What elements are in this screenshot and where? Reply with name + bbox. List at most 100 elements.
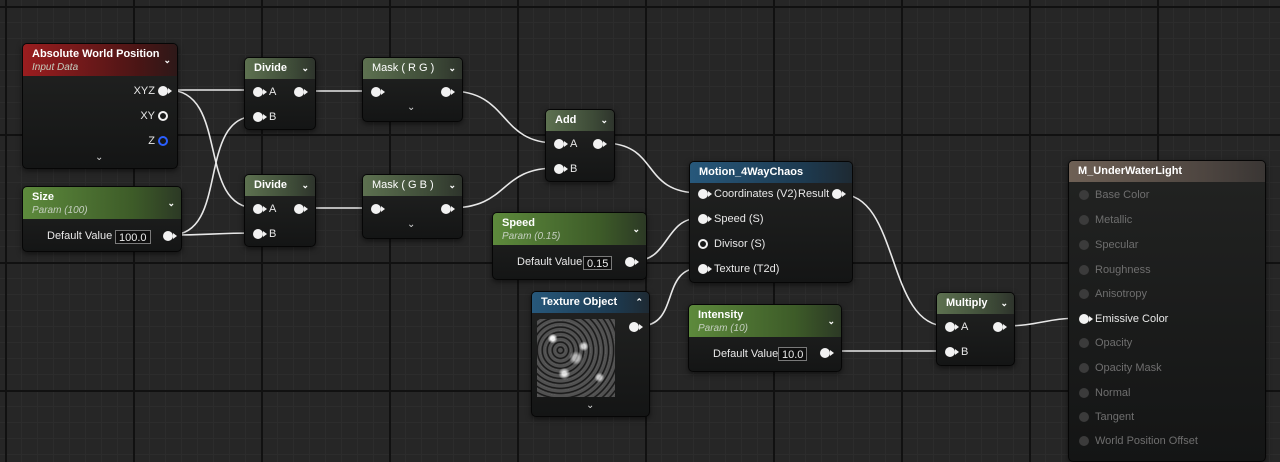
node-size-param[interactable]: Size Param (100) ⌄ Default Value 100.0 xyxy=(22,186,182,252)
default-value-field[interactable]: 100.0 xyxy=(115,230,151,244)
pin-connected-icon[interactable] xyxy=(554,139,568,149)
node-header[interactable]: M_UnderWaterLight xyxy=(1069,161,1265,182)
default-value-field[interactable]: 0.15 xyxy=(583,256,613,270)
node-subtitle: Param (100) xyxy=(32,205,88,216)
pin-connected-icon[interactable] xyxy=(993,322,1007,332)
pin-connected-icon[interactable] xyxy=(832,189,846,199)
pin-connected-icon[interactable] xyxy=(158,86,172,96)
input-tangent: Tangent xyxy=(1095,411,1135,423)
chevron-down-icon[interactable]: ⌄ xyxy=(448,58,456,79)
pin-unconnected-icon[interactable] xyxy=(1079,190,1089,200)
chevron-down-icon[interactable]: ⌄ xyxy=(167,196,175,210)
node-absolute-world-position[interactable]: Absolute World Position Input Data ⌄ XYZ… xyxy=(22,43,178,169)
pin-connected-icon[interactable] xyxy=(371,204,385,214)
pin-connected-icon[interactable] xyxy=(253,204,267,214)
node-header[interactable]: Texture Object ⌃ xyxy=(532,292,649,313)
chevron-down-icon[interactable]: ⌄ xyxy=(632,222,640,236)
pin-connected-icon[interactable] xyxy=(294,204,308,214)
pin-connected-icon[interactable] xyxy=(629,322,643,332)
pin-unconnected-icon[interactable] xyxy=(1079,265,1089,275)
node-divide[interactable]: Divide ⌄ A B xyxy=(244,57,316,130)
chevron-down-icon[interactable]: ⌄ xyxy=(827,314,835,328)
pin-unconnected-icon[interactable] xyxy=(1079,436,1089,446)
input-specular: Specular xyxy=(1095,239,1139,251)
node-header[interactable]: Add ⌄ xyxy=(546,110,614,131)
node-title: Motion_4WayChaos xyxy=(699,166,804,178)
node-mask-gb[interactable]: Mask ( G B ) ⌄ ⌄ xyxy=(362,174,463,239)
pin-label-xy: XY xyxy=(140,110,155,122)
pin-label-a: A xyxy=(961,321,969,333)
pin-connected-icon[interactable] xyxy=(441,204,455,214)
pin-label-speed: Speed (S) xyxy=(714,213,764,225)
chevron-down-icon[interactable]: ⌄ xyxy=(301,175,309,196)
node-header[interactable]: Divide ⌄ xyxy=(245,58,315,79)
node-header[interactable]: Speed Param (0.15) ⌄ xyxy=(493,213,646,245)
chevron-down-icon[interactable]: ⌄ xyxy=(163,53,171,67)
pin-unconnected-icon[interactable] xyxy=(158,111,168,121)
pin-label-xyz: XYZ xyxy=(133,85,155,97)
node-header[interactable]: Mask ( R G ) ⌄ xyxy=(363,58,462,79)
node-header[interactable]: Multiply ⌄ xyxy=(937,293,1014,314)
pin-connected-icon[interactable] xyxy=(945,347,959,357)
expand-chevron-icon[interactable]: ⌄ xyxy=(407,219,415,230)
pin-unconnected-icon[interactable] xyxy=(1079,289,1089,299)
pin-connected-icon[interactable] xyxy=(1079,314,1093,324)
pin-connected-icon[interactable] xyxy=(253,112,267,122)
input-normal: Normal xyxy=(1095,387,1131,399)
node-mask-rg[interactable]: Mask ( R G ) ⌄ ⌄ xyxy=(362,57,463,122)
pin-connected-icon[interactable] xyxy=(163,231,177,241)
node-add[interactable]: Add ⌄ A B xyxy=(545,109,615,182)
node-speed-param[interactable]: Speed Param (0.15) ⌄ Default Value 0.15 xyxy=(492,212,647,280)
chevron-up-icon[interactable]: ⌃ xyxy=(635,292,643,313)
pin-label-a: A xyxy=(269,86,277,98)
chevron-down-icon[interactable]: ⌄ xyxy=(448,175,456,196)
pin-unconnected-icon[interactable] xyxy=(698,239,708,249)
pin-connected-icon[interactable] xyxy=(593,139,607,149)
node-subtitle: Param (0.15) xyxy=(502,231,561,242)
node-title: Speed xyxy=(502,217,536,229)
chevron-down-icon[interactable]: ⌄ xyxy=(1000,293,1008,314)
pin-unconnected-icon[interactable] xyxy=(1079,338,1089,348)
node-material-result[interactable]: M_UnderWaterLight Base Color Metallic Sp… xyxy=(1068,160,1266,462)
pin-connected-icon[interactable] xyxy=(554,164,568,174)
node-title: Divide xyxy=(254,179,288,191)
pin-connected-icon[interactable] xyxy=(294,87,308,97)
node-header[interactable]: Mask ( G B ) ⌄ xyxy=(363,175,462,196)
pin-connected-icon[interactable] xyxy=(441,87,455,97)
expand-chevron-icon[interactable]: ⌄ xyxy=(407,102,415,113)
expand-chevron-icon[interactable]: ⌄ xyxy=(95,152,103,163)
node-multiply[interactable]: Multiply ⌄ A B xyxy=(936,292,1015,366)
pin-connected-icon[interactable] xyxy=(698,189,712,199)
pin-unconnected-icon[interactable] xyxy=(1079,215,1089,225)
pin-connected-icon[interactable] xyxy=(625,257,639,267)
pin-unconnected-icon[interactable] xyxy=(1079,388,1089,398)
pin-unconnected-icon[interactable] xyxy=(1079,412,1089,422)
chevron-down-icon[interactable]: ⌄ xyxy=(301,58,309,79)
node-header[interactable]: Intensity Param (10) ⌄ xyxy=(689,305,841,337)
pin-connected-icon[interactable] xyxy=(698,214,712,224)
pin-unconnected-icon[interactable] xyxy=(1079,240,1089,250)
pin-connected-icon[interactable] xyxy=(253,87,267,97)
pin-connected-icon[interactable] xyxy=(253,229,267,239)
pin-connected-icon[interactable] xyxy=(820,348,834,358)
node-header[interactable]: Motion_4WayChaos xyxy=(690,162,852,183)
default-value-label: Default Value xyxy=(47,230,113,242)
pin-connected-icon[interactable] xyxy=(945,322,959,332)
node-subtitle: Param (10) xyxy=(698,323,749,334)
node-header[interactable]: Absolute World Position Input Data ⌄ xyxy=(23,44,177,76)
default-value-field[interactable]: 10.0 xyxy=(778,347,808,361)
pin-unconnected-icon[interactable] xyxy=(158,136,168,146)
chevron-down-icon[interactable]: ⌄ xyxy=(600,110,608,131)
node-title: Texture Object xyxy=(541,296,618,308)
pin-connected-icon[interactable] xyxy=(698,264,712,274)
pin-label-b: B xyxy=(269,228,277,240)
expand-chevron-icon[interactable]: ⌄ xyxy=(586,400,594,411)
pin-unconnected-icon[interactable] xyxy=(1079,363,1089,373)
node-texture-object[interactable]: Texture Object ⌃ ⌄ xyxy=(531,291,650,417)
pin-connected-icon[interactable] xyxy=(371,87,385,97)
node-motion-4waychaos[interactable]: Motion_4WayChaos Coordinates (V2) Result… xyxy=(689,161,853,283)
node-header[interactable]: Divide ⌄ xyxy=(245,175,315,196)
node-divide[interactable]: Divide ⌄ A B xyxy=(244,174,316,247)
node-intensity-param[interactable]: Intensity Param (10) ⌄ Default Value 10.… xyxy=(688,304,842,372)
node-header[interactable]: Size Param (100) ⌄ xyxy=(23,187,181,219)
